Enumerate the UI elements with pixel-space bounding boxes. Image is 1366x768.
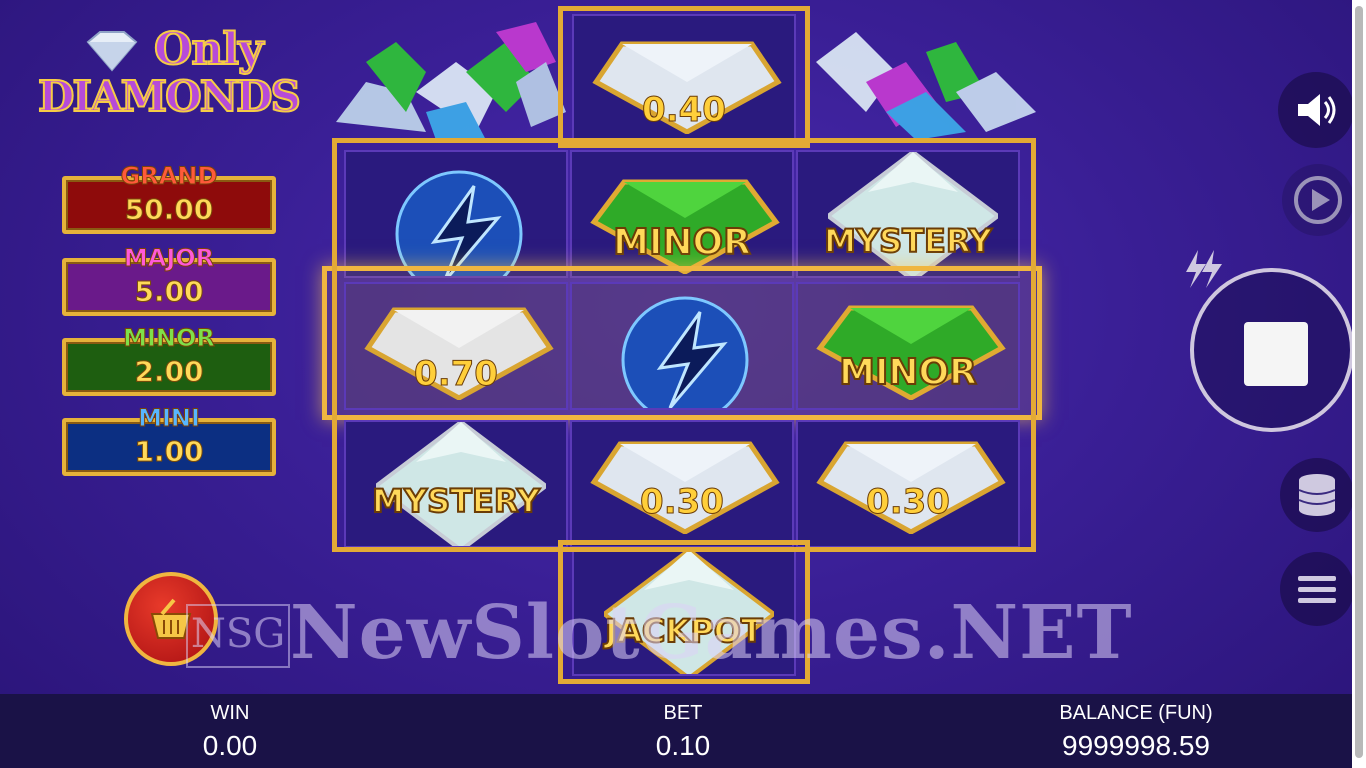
game-logo: Only DIAMONDS	[36, 22, 306, 127]
turbo-button[interactable]	[1180, 246, 1226, 292]
watermark-text: NewSlotGames.NET	[290, 590, 1133, 676]
jackpot-grand-value: 50.00	[124, 193, 214, 227]
reel-r3c2-value: 0.30	[640, 482, 725, 523]
jackpot-major-value: 5.00	[134, 275, 204, 309]
hamburger-icon	[1298, 576, 1336, 603]
reel-r3c1-label: MYSTERY	[371, 481, 541, 521]
jackpot-mini-label: MINI	[138, 404, 201, 433]
reel-cell-r1c1	[344, 150, 568, 278]
reel-cell-r1c3: MYSTERY	[796, 150, 1020, 278]
reel-r3c3-value: 0.30	[866, 482, 951, 523]
reel-cell-r2c1: 0.70	[344, 282, 568, 410]
reel-r1c3-label: MYSTERY	[823, 221, 993, 261]
jackpot-grand-label: GRAND	[120, 162, 218, 191]
jackpot-minor-label: MINOR	[123, 324, 216, 353]
reel-cell-r3c1: MYSTERY	[344, 420, 568, 548]
autoplay-icon	[1294, 176, 1342, 224]
bet-label: BET	[663, 702, 703, 724]
watermark-badge: NSG	[186, 604, 290, 668]
speaker-icon	[1298, 94, 1336, 126]
jackpot-grand: GRAND 50.00	[62, 162, 276, 234]
logo-diamond-icon	[86, 31, 138, 72]
logo-line-2: DIAMONDS	[37, 71, 302, 122]
sound-button[interactable]	[1278, 72, 1354, 148]
lightning-icon	[1186, 250, 1222, 288]
balance-label: BALANCE (FUN)	[1059, 702, 1213, 724]
bet-settings-button[interactable]	[1280, 458, 1354, 532]
reel-top-value: 0.40	[642, 90, 727, 131]
reel-r2c3-label: MINOR	[838, 351, 978, 394]
reel-cell-r3c3: 0.30	[796, 420, 1020, 548]
jackpot-mini-value: 1.00	[134, 435, 204, 469]
reel-r1c2-label: MINOR	[612, 221, 752, 264]
jackpot-major-label: MAJOR	[123, 244, 215, 273]
lightning-orb-icon	[395, 170, 523, 276]
stop-icon	[1244, 322, 1308, 386]
scrollbar-thumb[interactable]	[1355, 6, 1363, 758]
lightning-orb-icon	[621, 296, 749, 408]
menu-button[interactable]	[1280, 552, 1354, 626]
reel-cell-r2c3: MINOR	[796, 282, 1020, 410]
jackpot-mini: MINI 1.00	[62, 404, 276, 476]
autoplay-button[interactable]	[1282, 164, 1354, 236]
reel-cell-r2c2	[570, 282, 794, 410]
jackpot-major: MAJOR 5.00	[62, 244, 276, 316]
page-scrollbar[interactable]	[1352, 0, 1366, 768]
balance-value: 9999998.59	[1062, 730, 1210, 761]
reel-cell-top: 0.40	[572, 14, 796, 142]
win-value: 0.00	[202, 730, 258, 761]
reel-cell-r3c2: 0.30	[570, 420, 794, 548]
status-bar: WIN 0.00 BET 0.10 BALANCE (FUN) 9999998.…	[0, 694, 1366, 768]
coins-stack-icon	[1298, 474, 1336, 516]
logo-line-1: Only	[153, 23, 265, 76]
reel-cell-r1c2: MINOR	[570, 150, 794, 278]
spin-stop-button[interactable]	[1190, 268, 1354, 432]
jackpot-minor: MINOR 2.00	[62, 324, 276, 396]
bet-value: 0.10	[655, 730, 711, 761]
reel-r2c1-value: 0.70	[414, 354, 499, 395]
win-label: WIN	[210, 702, 250, 724]
jackpot-minor-value: 2.00	[134, 355, 204, 389]
